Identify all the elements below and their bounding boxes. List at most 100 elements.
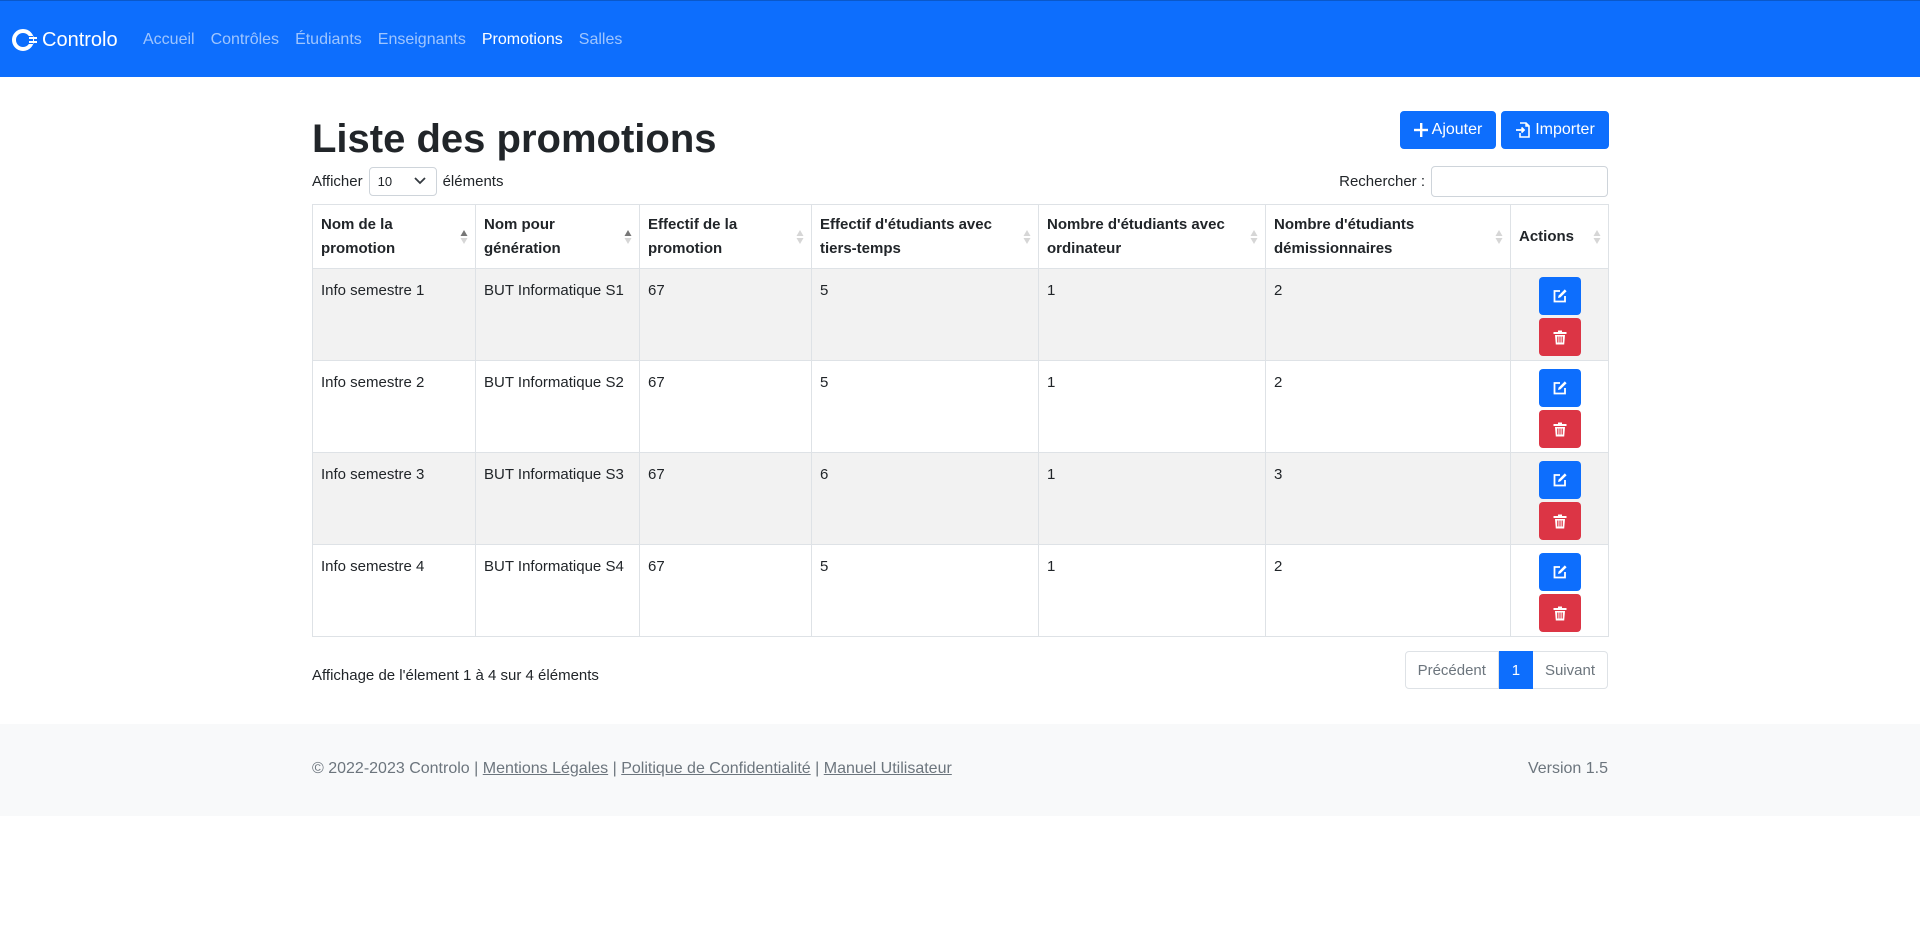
nav-link-salles[interactable]: Salles — [579, 28, 623, 52]
column-header-label: Nombre d'étudiants démissionnaires — [1274, 215, 1415, 257]
delete-button[interactable] — [1538, 594, 1581, 632]
table-cell: 2 — [1265, 268, 1511, 361]
column-header-nom-promotion[interactable]: Nom de la promotion — [312, 204, 476, 269]
table-cell: Info semestre 3 — [312, 452, 476, 545]
table-cell: 1 — [1038, 544, 1266, 637]
footer: © 2022-2023 Controlo | Mentions Légales … — [0, 724, 1920, 816]
sort-icon — [460, 229, 468, 244]
table-cell: 2 — [1265, 544, 1511, 637]
trash-icon — [1553, 422, 1566, 436]
edit-button[interactable] — [1538, 553, 1581, 591]
chevron-down-icon — [413, 177, 426, 185]
table-cell: 1 — [1038, 268, 1266, 361]
delete-button[interactable] — [1538, 318, 1581, 356]
table-cell: BUT Informatique S4 — [475, 544, 640, 637]
edit-button[interactable] — [1538, 277, 1581, 315]
sort-icon — [1495, 229, 1503, 244]
table-row: Info semestre 3 BUT Informatique S3 67 6… — [312, 452, 1609, 545]
copyright: © 2022-2023 Controlo | — [312, 760, 479, 777]
brand-name: Controlo — [42, 28, 118, 51]
sort-icon — [1593, 229, 1601, 244]
column-header-demissionnaires[interactable]: Nombre d'étudiants démissionnaires — [1265, 204, 1511, 269]
previous-page-button[interactable]: Précédent — [1404, 651, 1499, 689]
file-import-icon — [1516, 122, 1531, 138]
actions-cell — [1510, 360, 1609, 453]
plus-icon — [1413, 123, 1428, 137]
promotions-table: Nom de la promotion Nom pour génération … — [312, 204, 1609, 637]
table-cell: 6 — [811, 452, 1039, 545]
controlo-logo-icon — [12, 29, 37, 51]
add-button[interactable]: Ajouter — [1400, 111, 1496, 149]
nav-link-accueil[interactable]: Accueil — [143, 28, 195, 52]
table-cell: 67 — [639, 360, 812, 453]
sort-icon — [624, 229, 632, 244]
show-label: Afficher — [312, 172, 363, 190]
search-input[interactable] — [1431, 165, 1608, 197]
trash-icon — [1553, 606, 1566, 620]
column-header-label: Actions — [1519, 227, 1575, 245]
page-1-button[interactable]: 1 — [1498, 651, 1533, 689]
edit-icon — [1553, 289, 1567, 303]
table-cell: 67 — [639, 544, 812, 637]
nav-link-enseignants[interactable]: Enseignants — [378, 28, 466, 52]
table-cell: Info semestre 2 — [312, 360, 476, 453]
trash-icon — [1553, 330, 1566, 344]
table-cell: 1 — [1038, 360, 1266, 453]
delete-button[interactable] — [1538, 502, 1581, 540]
column-header-tiers-temps[interactable]: Effectif d'étudiants avec tiers-temps — [811, 204, 1039, 269]
next-page-button[interactable]: Suivant — [1532, 651, 1608, 689]
navbar: Controlo Accueil Contrôles Étudiants Ens… — [0, 0, 1920, 77]
nav-link-etudiants[interactable]: Étudiants — [295, 28, 362, 52]
table-cell: 3 — [1265, 452, 1511, 545]
delete-button[interactable] — [1538, 410, 1581, 448]
sort-icon — [1023, 229, 1031, 244]
table-info: Affichage de l'élement 1 à 4 sur 4 éléme… — [312, 667, 599, 684]
footer-left: © 2022-2023 Controlo | Mentions Légales … — [312, 757, 952, 781]
sort-icon — [796, 229, 804, 244]
nav-link-controles[interactable]: Contrôles — [211, 28, 279, 52]
brand-link[interactable]: Controlo — [12, 25, 118, 55]
footer-separator: | — [612, 760, 617, 777]
table-cell: 5 — [811, 360, 1039, 453]
actions-cell — [1510, 544, 1609, 637]
nav-link-promotions[interactable]: Promotions — [482, 28, 563, 52]
table-cell: 1 — [1038, 452, 1266, 545]
import-button[interactable]: Importer — [1501, 111, 1609, 149]
table-header-row: Nom de la promotion Nom pour génération … — [312, 204, 1609, 269]
column-header-label: Effectif d'étudiants avec tiers-temps — [820, 215, 992, 257]
column-header-actions[interactable]: Actions — [1510, 204, 1609, 269]
table-cell: 67 — [639, 452, 812, 545]
table-cell: BUT Informatique S3 — [475, 452, 640, 545]
add-button-label: Ajouter — [1431, 121, 1483, 138]
pagination: Précédent 1 Suivant — [1404, 651, 1608, 689]
table-cell: Info semestre 1 — [312, 268, 476, 361]
table-cell: 5 — [811, 544, 1039, 637]
column-header-effectif[interactable]: Effectif de la promotion — [639, 204, 812, 269]
search-label: Rechercher : — [1339, 172, 1425, 190]
column-header-nom-generation[interactable]: Nom pour génération — [475, 204, 640, 269]
trash-icon — [1553, 514, 1566, 528]
column-header-label: Nom de la promotion — [321, 215, 396, 257]
column-header-ordinateur[interactable]: Nombre d'étudiants avec ordinateur — [1038, 204, 1266, 269]
page-length-select[interactable]: 10 — [368, 166, 437, 196]
nav-links: Accueil Contrôles Étudiants Enseignants … — [143, 28, 638, 52]
table-cell: 5 — [811, 268, 1039, 361]
table-cell: BUT Informatique S2 — [475, 360, 640, 453]
column-header-label: Effectif de la promotion — [648, 215, 738, 257]
column-header-label: Nom pour génération — [484, 215, 561, 257]
version-label: Version 1.5 — [1527, 760, 1608, 777]
edit-button[interactable] — [1538, 461, 1581, 499]
table-row: Info semestre 4 BUT Informatique S4 67 5… — [312, 544, 1609, 637]
table-row: Info semestre 1 BUT Informatique S1 67 5… — [312, 268, 1609, 361]
edit-button[interactable] — [1538, 369, 1581, 407]
footer-link-politique-confidentialite[interactable]: Politique de Confidentialité — [621, 760, 810, 777]
footer-link-mentions-legales[interactable]: Mentions Légales — [483, 760, 608, 777]
edit-icon — [1553, 381, 1567, 395]
elements-label: éléments — [442, 172, 504, 190]
page-length-value: 10 — [377, 173, 393, 189]
table-cell: 2 — [1265, 360, 1511, 453]
footer-link-manuel-utilisateur[interactable]: Manuel Utilisateur — [824, 760, 952, 777]
sort-icon — [1250, 229, 1258, 244]
edit-icon — [1553, 565, 1567, 579]
actions-cell — [1510, 452, 1609, 545]
